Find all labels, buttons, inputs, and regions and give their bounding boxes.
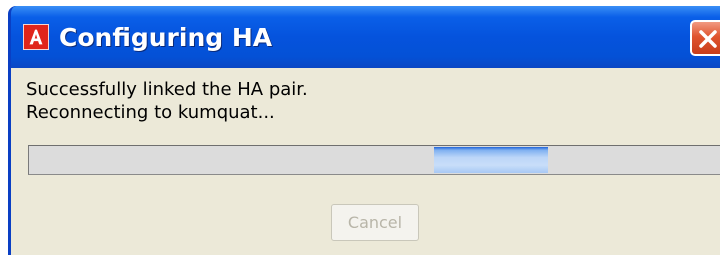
cancel-button[interactable]: Cancel [331,204,419,241]
dialog-window: Configuring HA Successfully linked the H… [8,6,720,255]
dialog-body: Successfully linked the HA pair. Reconne… [11,68,720,255]
alert-app-icon [23,24,49,50]
window-title: Configuring HA [59,23,273,52]
status-line-reconnecting: Reconnecting to kumquat... [26,102,275,123]
progress-indicator [434,147,548,173]
status-message: Successfully linked the HA pair. Reconne… [26,78,308,124]
progress-bar [28,145,720,175]
title-bar[interactable]: Configuring HA [11,6,720,68]
status-line-linked: Successfully linked the HA pair. [26,79,308,100]
close-icon [699,30,717,48]
close-button[interactable] [690,20,720,56]
